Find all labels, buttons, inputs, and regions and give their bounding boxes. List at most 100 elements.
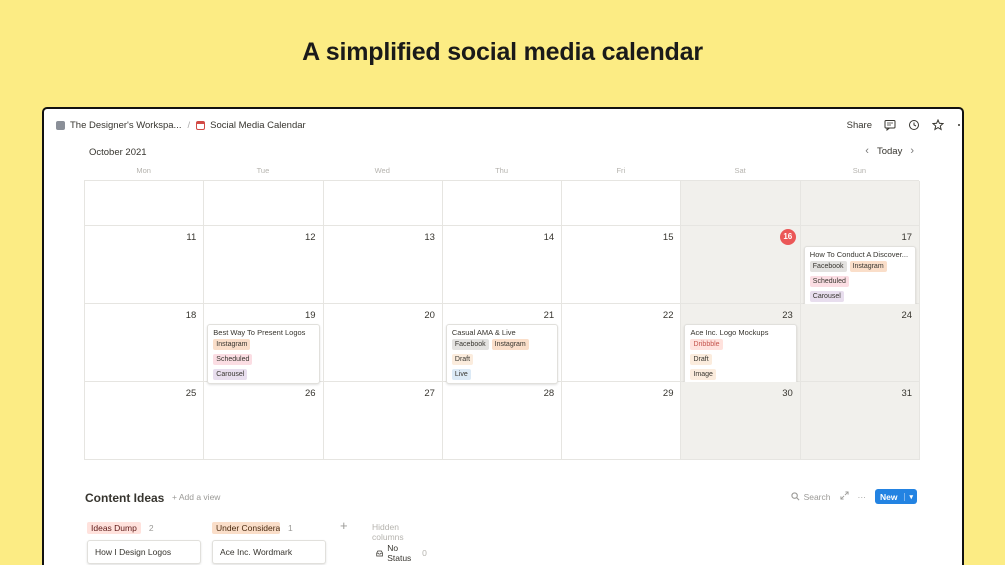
board-card[interactable]: Ace Inc. Wordmark <box>212 540 326 564</box>
day-cell[interactable] <box>562 181 682 226</box>
tag-scheduled: Scheduled <box>809 276 849 287</box>
event-tags: Dribbble Draft Image <box>690 339 791 380</box>
day-number: 30 <box>782 388 793 399</box>
day-number: 13 <box>424 232 435 243</box>
day-number: 26 <box>305 388 316 399</box>
day-cell[interactable]: 31 <box>800 382 921 460</box>
day-cell[interactable] <box>323 181 443 226</box>
breadcrumb-workspace[interactable]: The Designer's Workspa... <box>70 120 181 131</box>
month-label: October 2021 <box>89 147 147 158</box>
day-cell[interactable]: 25 <box>85 382 205 460</box>
day-cell[interactable]: 30 <box>681 382 801 460</box>
day-cell[interactable]: 23 Ace Inc. Logo Mockups Dribbble Draft Imag… <box>681 304 801 384</box>
day-cell[interactable]: 13 <box>323 226 443 304</box>
topbar: The Designer's Workspa... / Social Media… <box>44 109 962 141</box>
event-tags: Instagram Scheduled Carousel <box>213 339 314 380</box>
no-status-count: 0 <box>422 548 427 558</box>
day-cell[interactable]: 24 <box>800 304 921 382</box>
event-card[interactable]: Casual AMA & Live Facebook Instagram Draft L… <box>445 324 559 384</box>
page-headline: A simplified social media calendar <box>302 38 703 66</box>
no-status-group[interactable]: No Status 0 <box>376 543 427 563</box>
chevron-right-icon[interactable]: › <box>910 145 914 157</box>
event-card[interactable]: Best Way To Present Logos Instagram Schedu… <box>207 324 320 384</box>
breadcrumb-page[interactable]: Social Media Calendar <box>210 120 306 131</box>
weekday-header: Mon Tue Wed Thu Fri Sat Sun <box>84 164 919 180</box>
day-cell[interactable]: 12 <box>204 226 324 304</box>
day-cell[interactable]: 29 <box>562 382 682 460</box>
day-cell[interactable]: 26 <box>204 382 324 460</box>
event-tags: Facebook Instagram Draft Live <box>451 339 553 380</box>
calendar-page-icon <box>196 120 206 130</box>
day-number: 22 <box>662 310 674 321</box>
event-card[interactable]: How To Conduct A Discover... Facebook Inst… <box>803 246 917 306</box>
calendar-week: 18 19 Best Way To Present Logos Instagram Sc… <box>85 304 921 384</box>
tag-image: Image <box>690 369 716 380</box>
group-label: Ideas Dump <box>87 522 141 534</box>
day-cell[interactable] <box>681 181 801 226</box>
add-view-button[interactable]: + Add a view <box>172 492 220 502</box>
day-cell[interactable]: 22 <box>562 304 682 382</box>
star-icon[interactable] <box>932 119 944 131</box>
no-status-label: No Status <box>387 543 412 563</box>
today-day-number: 16 <box>779 229 796 245</box>
chevron-down-icon[interactable]: ▾ <box>904 492 913 501</box>
tag-scheduled: Scheduled <box>213 354 253 365</box>
day-cell[interactable]: 27 <box>323 382 443 460</box>
history-icon[interactable] <box>908 119 920 131</box>
inbox-icon <box>376 550 383 556</box>
event-card[interactable]: Ace Inc. Logo Mockups Dribbble Draft Image <box>684 324 797 384</box>
day-cell[interactable]: 17 How To Conduct A Discover... Facebook In… <box>800 226 921 306</box>
group-header-ideas-dump[interactable]: Ideas Dump 2 <box>87 522 154 534</box>
day-cell[interactable]: 14 <box>442 226 563 304</box>
event-title: Ace Inc. Logo Mockups <box>690 328 769 337</box>
group-count: 1 <box>288 523 293 533</box>
day-cell[interactable]: 15 <box>562 226 682 304</box>
weekday-label: Thu <box>495 166 508 175</box>
chevron-left-icon[interactable]: ‹ <box>865 145 869 157</box>
search-button[interactable]: Search <box>790 492 831 502</box>
day-number: 25 <box>185 388 197 399</box>
event-title: Casual AMA & Live <box>451 328 516 337</box>
day-cell[interactable]: 21 Casual AMA & Live Facebook Instagram Draf… <box>442 304 563 384</box>
today-button[interactable]: Today <box>877 146 902 157</box>
tag-instagram: Instagram <box>849 261 887 272</box>
day-cell[interactable]: 11 <box>85 226 205 304</box>
more-icon[interactable] <box>956 119 962 131</box>
day-cell[interactable]: 18 <box>85 304 205 382</box>
breadcrumb-separator: / <box>187 119 191 131</box>
more-options-icon[interactable]: ··· <box>858 492 867 502</box>
calendar-grid: Mon Tue Wed Thu Fri Sat Sun 11 12 13 14 15 16… <box>84 164 921 460</box>
day-number: 17 <box>901 232 913 243</box>
board-card[interactable]: How I Design Logos <box>87 540 201 564</box>
comment-icon[interactable] <box>884 119 896 131</box>
group-label: Under Considera <box>212 522 280 534</box>
weekday-label: Fri <box>616 166 626 175</box>
day-number: 27 <box>424 388 435 399</box>
day-cell[interactable] <box>800 181 921 226</box>
calendar-nav: ‹ Today › <box>865 145 914 157</box>
tag-facebook: Facebook <box>809 261 847 272</box>
weekday-label: Mon <box>136 166 151 175</box>
day-cell[interactable]: 28 <box>442 382 563 460</box>
day-cell[interactable] <box>204 181 324 226</box>
day-number: 29 <box>662 388 674 399</box>
tag-draft: Draft <box>690 354 712 365</box>
topbar-actions: Share <box>847 109 962 141</box>
day-cell[interactable] <box>85 181 205 226</box>
calendar-week: 11 12 13 14 15 16 17 How To Conduct A Discover.… <box>85 226 921 306</box>
calendar-week: 25 26 27 28 29 30 31 <box>85 382 921 460</box>
weekday-label: Sun <box>852 166 867 175</box>
weekday-label: Wed <box>374 166 390 175</box>
day-number: 18 <box>185 310 197 321</box>
day-cell[interactable]: 19 Best Way To Present Logos Instagram Sche… <box>204 304 324 384</box>
day-cell[interactable]: 16 <box>681 226 801 304</box>
group-header-under-consideration[interactable]: Under Considera 1 <box>212 522 293 534</box>
day-number: 14 <box>543 232 555 243</box>
new-button[interactable]: New ▾ <box>875 489 917 504</box>
share-button[interactable]: Share <box>847 120 872 131</box>
expand-icon[interactable] <box>839 491 849 502</box>
day-cell[interactable]: 20 <box>323 304 443 382</box>
day-cell[interactable] <box>442 181 563 226</box>
add-group-button[interactable]: + <box>340 518 348 533</box>
tag-carousel: Carousel <box>213 369 248 380</box>
